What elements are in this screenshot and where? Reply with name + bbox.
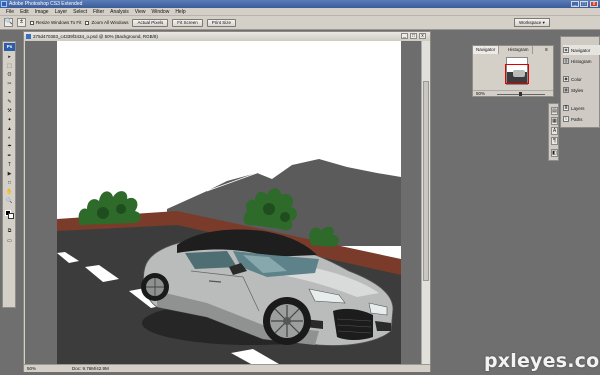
dock-item-paths[interactable]: ⌇ Paths bbox=[563, 114, 600, 124]
zoom-all-windows-checkbox[interactable]: Zoom All Windows bbox=[85, 20, 128, 25]
dock-item-styles[interactable]: ▦ Styles bbox=[563, 85, 600, 95]
eyedropper-tool-icon[interactable]: ⌖ bbox=[5, 90, 14, 96]
document-size-info[interactable]: Doc: 9.76M/42.9M bbox=[72, 365, 109, 372]
clone-source-icon[interactable]: ◧ bbox=[551, 149, 558, 157]
doc-close-button[interactable]: x bbox=[419, 33, 426, 39]
layers-icon: ≣ bbox=[563, 105, 569, 111]
window-title: Adobe Photoshop CS3 Extended bbox=[9, 1, 83, 7]
gradient-tool-icon[interactable]: ◐ bbox=[5, 135, 14, 141]
checkbox-label: Resize Windows To Fit bbox=[36, 20, 82, 25]
close-button[interactable]: x bbox=[590, 1, 598, 7]
type-tool-icon[interactable]: T bbox=[5, 162, 14, 168]
dock-item-histogram[interactable]: ▥ Histogram bbox=[563, 56, 600, 66]
styles-icon: ▦ bbox=[563, 87, 569, 93]
marquee-tool-icon[interactable]: ⬚ bbox=[5, 63, 14, 69]
pen-tool-icon[interactable]: ✒ bbox=[5, 153, 14, 159]
dock-label: Paths bbox=[571, 116, 583, 122]
menu-file[interactable]: File bbox=[3, 8, 17, 16]
menu-edit[interactable]: Edit bbox=[17, 8, 32, 16]
path-selection-tool-icon[interactable]: ▶ bbox=[5, 171, 14, 177]
tab-navigator[interactable]: Navigator bbox=[473, 46, 500, 54]
paths-icon: ⌇ bbox=[563, 116, 569, 122]
maximize-button[interactable]: □ bbox=[580, 1, 588, 7]
menu-filter[interactable]: Filter bbox=[90, 8, 107, 16]
panel-menu-icon[interactable]: ≡ bbox=[545, 46, 548, 54]
dock-label: Color bbox=[571, 76, 582, 82]
navigator-icon: ◈ bbox=[563, 47, 569, 53]
lasso-tool-icon[interactable]: ʘ bbox=[5, 72, 14, 78]
navigator-zoom-value[interactable]: 50% bbox=[476, 91, 485, 97]
menu-image[interactable]: Image bbox=[32, 8, 52, 16]
photoshop-app-icon bbox=[1, 1, 7, 7]
zoom-level-field[interactable]: 50% bbox=[27, 365, 36, 372]
canvas-artwork[interactable] bbox=[57, 41, 401, 364]
photoshop-badge: Ps bbox=[4, 43, 15, 51]
resize-windows-checkbox[interactable]: Resize Windows To Fit bbox=[30, 20, 81, 25]
screen-mode-icon[interactable]: ▭ bbox=[5, 238, 14, 244]
hand-tool-icon[interactable]: ✋ bbox=[5, 189, 14, 195]
dock-item-color[interactable]: ◉ Color bbox=[563, 74, 600, 84]
character-icon[interactable]: A bbox=[551, 127, 558, 135]
print-size-button[interactable]: Print Size bbox=[206, 18, 236, 27]
dock-item-navigator[interactable]: ◈ Navigator bbox=[563, 45, 600, 55]
eraser-tool-icon[interactable]: ▲ bbox=[5, 126, 14, 132]
shape-tool-icon[interactable]: □ bbox=[5, 180, 14, 186]
scrollbar-thumb[interactable] bbox=[423, 81, 429, 281]
menu-help[interactable]: Help bbox=[172, 8, 188, 16]
crop-tool-icon[interactable]: ✂ bbox=[5, 81, 14, 87]
history-brush-tool-icon[interactable]: ✦ bbox=[5, 117, 14, 123]
zoom-slider-handle[interactable] bbox=[519, 92, 522, 96]
tools-panel: Ps ▸ ⬚ ʘ ✂ ⌖ ✎ ⚒ ✦ ▲ ◐ ☂ ✒ T ▶ □ ✋ 🔍 ⧉ ▭ bbox=[2, 41, 16, 308]
checkbox-box[interactable] bbox=[85, 20, 90, 25]
document-window: 375d470383_c4339f3434_o.psd @ 50% (Backg… bbox=[23, 31, 431, 372]
brush-tool-icon[interactable]: ✎ bbox=[5, 99, 14, 105]
menu-analysis[interactable]: Analysis bbox=[107, 8, 132, 16]
menu-select[interactable]: Select bbox=[70, 8, 90, 16]
menu-bar: File Edit Image Layer Select Filter Anal… bbox=[0, 8, 600, 16]
tool-presets-icon[interactable]: ▦ bbox=[551, 117, 558, 125]
mini-icon-dock: ▤ ▦ A ¶ ◧ bbox=[548, 103, 559, 161]
dock-label: Layers bbox=[571, 105, 585, 111]
navigator-panel: Navigator Histogram ≡ 50% bbox=[472, 45, 554, 97]
document-icon bbox=[26, 34, 31, 39]
quick-mask-icon[interactable]: ⧉ bbox=[5, 228, 14, 234]
vertical-scrollbar[interactable] bbox=[421, 41, 430, 364]
tab-histogram[interactable]: Histogram bbox=[505, 46, 533, 54]
zoom-tool-icon[interactable]: 🔍 bbox=[4, 18, 13, 27]
checkbox-box[interactable] bbox=[30, 20, 34, 25]
document-title: 375d470383_c4339f3434_o.psd @ 50% (Backg… bbox=[33, 34, 158, 39]
zoom-mode-icon[interactable]: ± bbox=[17, 18, 26, 27]
stamp-tool-icon[interactable]: ⚒ bbox=[5, 108, 14, 114]
menu-layer[interactable]: Layer bbox=[52, 8, 71, 16]
options-bar: 🔍 ± Resize Windows To Fit Zoom All Windo… bbox=[0, 16, 600, 30]
menu-window[interactable]: Window bbox=[149, 8, 173, 16]
doc-minimize-button[interactable]: _ bbox=[401, 33, 408, 39]
move-tool-icon[interactable]: ▸ bbox=[5, 54, 14, 60]
document-status-bar: 50% Doc: 9.76M/42.9M bbox=[24, 364, 430, 372]
background-color-swatch[interactable] bbox=[8, 213, 14, 219]
minimize-button[interactable]: _ bbox=[571, 1, 579, 7]
pxleyes-watermark: pxleyes.com bbox=[484, 350, 600, 372]
document-title-bar[interactable]: 375d470383_c4339f3434_o.psd @ 50% (Backg… bbox=[24, 32, 430, 41]
navigator-footer: 50% bbox=[473, 90, 553, 97]
paragraph-icon[interactable]: ¶ bbox=[551, 137, 558, 145]
menu-view[interactable]: View bbox=[132, 8, 149, 16]
dock-item-layers[interactable]: ≣ Layers bbox=[563, 103, 600, 113]
histogram-icon: ▥ bbox=[563, 58, 569, 64]
dodge-tool-icon[interactable]: ☂ bbox=[5, 144, 14, 150]
doc-maximize-button[interactable]: □ bbox=[410, 33, 417, 39]
color-icon: ◉ bbox=[563, 76, 569, 82]
brushes-icon[interactable]: ▤ bbox=[551, 107, 558, 115]
dock-label: Styles bbox=[571, 87, 584, 93]
zoom-tool-icon[interactable]: 🔍 bbox=[5, 198, 14, 204]
fit-screen-button[interactable]: Fit Screen bbox=[172, 18, 203, 27]
dock-label: Navigator bbox=[571, 47, 591, 53]
docked-panels: ◈ Navigator ▥ Histogram ◉ Color ▦ Styles… bbox=[560, 36, 600, 128]
workspace-button[interactable]: Workspace ▾ bbox=[514, 18, 550, 27]
dock-label: Histogram bbox=[571, 58, 592, 64]
actual-pixels-button[interactable]: Actual Pixels bbox=[132, 18, 169, 27]
checkbox-label: Zoom All Windows bbox=[91, 20, 129, 25]
view-proxy-box[interactable] bbox=[505, 64, 529, 84]
